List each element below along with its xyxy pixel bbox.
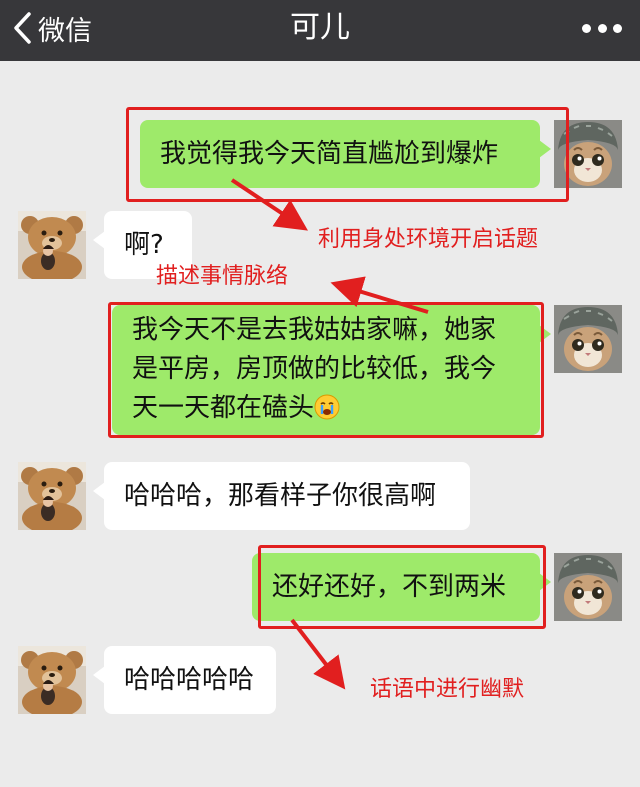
contact-avatar[interactable] — [18, 211, 86, 279]
message-bubble[interactable]: 哈哈哈，那看样子你很高啊 — [93, 462, 470, 530]
message-bubble[interactable]: 哈哈哈哈哈 — [93, 646, 276, 714]
highlight-box — [108, 302, 544, 438]
self-avatar[interactable] — [554, 553, 622, 621]
contact-avatar[interactable] — [18, 462, 86, 530]
chat-header: 微信 可儿 — [0, 0, 640, 61]
self-avatar[interactable] — [554, 305, 622, 373]
message-text: 哈哈哈哈哈 — [124, 665, 255, 695]
highlight-box — [126, 107, 569, 202]
dot-icon — [613, 23, 622, 33]
chat-title: 可儿 — [290, 10, 350, 45]
more-options-button[interactable] — [582, 14, 622, 42]
highlight-box — [258, 545, 546, 629]
message-text: 哈哈哈，那看样子你很高啊 — [124, 481, 437, 511]
dot-icon — [582, 23, 591, 33]
contact-avatar[interactable] — [18, 646, 86, 714]
dot-icon — [597, 23, 607, 33]
annotation-note: 话语中进行幽默 — [370, 677, 525, 702]
arrow-icon — [290, 618, 346, 690]
message-text: 啊? — [124, 230, 164, 260]
annotation-note: 描述事情脉络 — [156, 264, 289, 289]
annotation-note: 利用身处环境开启话题 — [318, 227, 539, 252]
